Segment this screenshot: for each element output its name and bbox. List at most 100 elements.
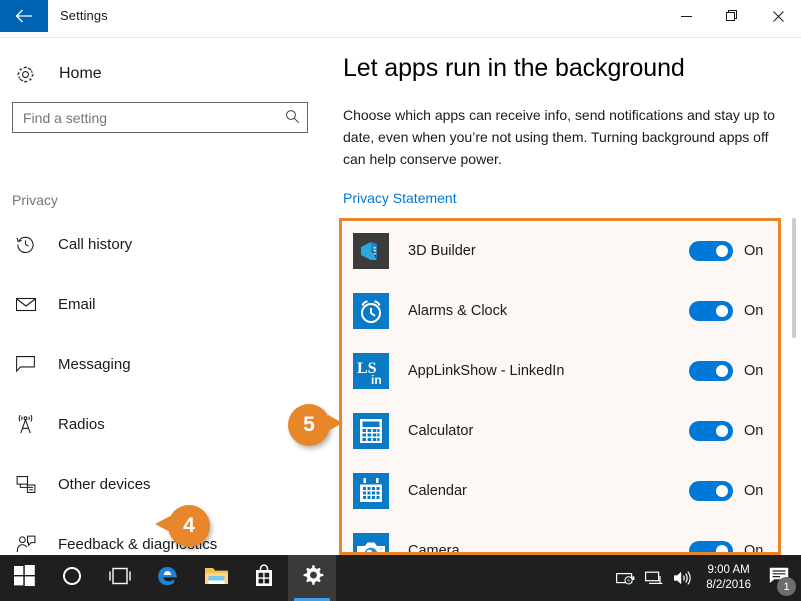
callout-marker-5: 5 bbox=[288, 404, 343, 446]
person-feedback-icon bbox=[16, 535, 44, 554]
toggle-knob bbox=[716, 425, 728, 437]
main-scrollbar[interactable] bbox=[789, 218, 799, 555]
page-description: Choose which apps can receive info, send… bbox=[343, 107, 775, 167]
toggle-knob bbox=[716, 305, 728, 317]
chat-bubble-icon bbox=[16, 355, 44, 373]
task-view-button[interactable] bbox=[96, 555, 144, 601]
app-name: 3D Builder bbox=[408, 243, 476, 259]
restore-icon bbox=[726, 9, 738, 25]
sidebar-item-email[interactable]: Email bbox=[0, 274, 333, 334]
windows-logo-icon bbox=[13, 565, 35, 591]
taskbar: 9:00 AM 8/2/2016 1 bbox=[0, 555, 801, 601]
privacy-statement-link[interactable]: Privacy Statement bbox=[343, 190, 457, 206]
back-button[interactable] bbox=[0, 0, 48, 32]
callout-number: 4 bbox=[183, 514, 195, 537]
minimize-button[interactable] bbox=[663, 0, 709, 34]
callout-tail bbox=[155, 516, 170, 532]
app-row[interactable]: Camera On bbox=[342, 521, 778, 555]
sidebar-item-call-history[interactable]: Call history bbox=[0, 214, 333, 274]
close-button[interactable] bbox=[755, 0, 801, 34]
app-name: Calculator bbox=[408, 423, 474, 439]
app-toggle-state: On bbox=[744, 543, 764, 555]
toggle-knob bbox=[716, 245, 728, 257]
app-toggle[interactable] bbox=[689, 241, 733, 261]
circle-icon bbox=[62, 566, 82, 591]
sidebar-item-label: Other devices bbox=[58, 475, 151, 493]
toggle-knob bbox=[716, 545, 728, 552]
calendar-app-icon bbox=[353, 473, 389, 509]
battery-saver-icon[interactable] bbox=[612, 555, 640, 601]
store-button[interactable] bbox=[240, 555, 288, 601]
app-toggle-state: On bbox=[744, 483, 764, 499]
camera-icon bbox=[353, 533, 389, 552]
restore-button[interactable] bbox=[709, 0, 755, 34]
antenna-icon bbox=[16, 414, 44, 434]
cortana-button[interactable] bbox=[48, 555, 96, 601]
calculator-icon bbox=[353, 413, 389, 449]
notification-center-button[interactable]: 1 bbox=[761, 555, 797, 601]
app-row[interactable]: 3D Builder On bbox=[342, 221, 778, 281]
minimize-icon bbox=[680, 10, 692, 25]
clock-date: 8/2/2016 bbox=[706, 579, 751, 591]
search-icon bbox=[285, 109, 300, 127]
start-button[interactable] bbox=[0, 555, 48, 601]
app-row[interactable]: Alarms & Clock On bbox=[342, 281, 778, 341]
sidebar: Home Privacy bbox=[0, 38, 333, 555]
app-row[interactable]: LS in AppLinkShow - LinkedIn On bbox=[342, 341, 778, 401]
settings-window: Settings Home Find a setting Privacy Cal… bbox=[0, 0, 801, 601]
volume-icon[interactable] bbox=[668, 555, 696, 601]
gear-icon bbox=[16, 65, 46, 84]
sidebar-item-label: Radios bbox=[58, 415, 105, 433]
sidebar-home-label: Home bbox=[59, 65, 102, 82]
app-toggle[interactable] bbox=[689, 541, 733, 552]
app-name: Calendar bbox=[408, 483, 467, 499]
clock-history-icon bbox=[16, 235, 44, 254]
store-bag-icon bbox=[253, 564, 275, 592]
app-toggle[interactable] bbox=[689, 301, 733, 321]
sidebar-item-label: Call history bbox=[58, 235, 133, 253]
devices-icon bbox=[16, 475, 44, 493]
file-explorer-button[interactable] bbox=[192, 555, 240, 601]
app-name: AppLinkShow - LinkedIn bbox=[408, 363, 565, 379]
sidebar-item-radios[interactable]: Radios bbox=[0, 394, 333, 454]
app-toggle[interactable] bbox=[689, 481, 733, 501]
scrollbar-thumb[interactable] bbox=[792, 218, 796, 338]
clock-time: 9:00 AM bbox=[707, 564, 750, 576]
window-controls bbox=[663, 0, 801, 38]
linkedin-icon: LS in bbox=[353, 353, 389, 389]
sidebar-item-label: Messaging bbox=[58, 355, 131, 373]
alarm-clock-icon bbox=[353, 293, 389, 329]
sidebar-item-messaging[interactable]: Messaging bbox=[0, 334, 333, 394]
search-button[interactable] bbox=[277, 103, 307, 132]
app-name: Camera bbox=[408, 543, 460, 555]
search-box[interactable] bbox=[12, 102, 308, 133]
background-apps-list: 3D Builder On Alarms & Clock On LS in Ap… bbox=[342, 221, 778, 555]
3d-builder-icon bbox=[353, 233, 389, 269]
main-content: Let apps run in the background Choose wh… bbox=[333, 38, 801, 555]
network-icon[interactable] bbox=[640, 555, 668, 601]
folder-icon bbox=[204, 565, 229, 591]
close-icon bbox=[772, 10, 784, 25]
notification-badge: 1 bbox=[777, 577, 796, 596]
app-row[interactable]: Calendar On bbox=[342, 461, 778, 521]
sidebar-item-home[interactable]: Home bbox=[0, 54, 333, 94]
window-title: Settings bbox=[60, 8, 108, 23]
page-title: Let apps run in the background bbox=[343, 54, 685, 82]
app-toggle[interactable] bbox=[689, 421, 733, 441]
sidebar-item-other-devices[interactable]: Other devices bbox=[0, 454, 333, 514]
toggle-knob bbox=[716, 365, 728, 377]
app-toggle[interactable] bbox=[689, 361, 733, 381]
system-tray: 9:00 AM 8/2/2016 1 bbox=[612, 555, 801, 601]
svg-text:in: in bbox=[371, 373, 382, 387]
settings-button[interactable] bbox=[288, 555, 336, 601]
title-bar: Settings bbox=[0, 0, 801, 38]
taskbar-clock[interactable]: 9:00 AM 8/2/2016 bbox=[696, 555, 761, 601]
back-arrow-icon bbox=[15, 9, 33, 23]
search-input[interactable] bbox=[13, 109, 277, 126]
edge-button[interactable] bbox=[144, 555, 192, 601]
sidebar-section-label: Privacy bbox=[12, 192, 58, 208]
app-toggle-state: On bbox=[744, 423, 764, 439]
app-row[interactable]: Calculator On bbox=[342, 401, 778, 461]
background-apps-list-highlight: 3D Builder On Alarms & Clock On LS in Ap… bbox=[339, 218, 781, 555]
app-toggle-state: On bbox=[744, 363, 764, 379]
